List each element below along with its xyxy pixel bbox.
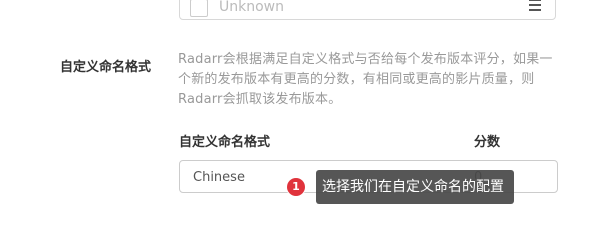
checkbox-icon[interactable] — [190, 0, 208, 17]
top-select-value: Unknown — [219, 0, 284, 15]
column-header-score: 分数 — [474, 135, 501, 150]
top-select-field[interactable]: Unknown — [179, 0, 556, 20]
custom-format-label: 自定义命名格式 — [60, 60, 152, 75]
step-number-badge: 1 — [287, 178, 305, 196]
column-header-format-name: 自定义命名格式 — [179, 135, 271, 150]
custom-format-name: Chinese — [193, 170, 245, 185]
hamburger-menu-icon[interactable] — [529, 0, 541, 11]
custom-format-help-text: Radarr会根据满足自定义格式与否给每个发布版本评分，如果一个新的发布版本有更… — [178, 52, 553, 107]
guide-tooltip: 选择我们在自定义命名的配置 — [316, 170, 514, 204]
